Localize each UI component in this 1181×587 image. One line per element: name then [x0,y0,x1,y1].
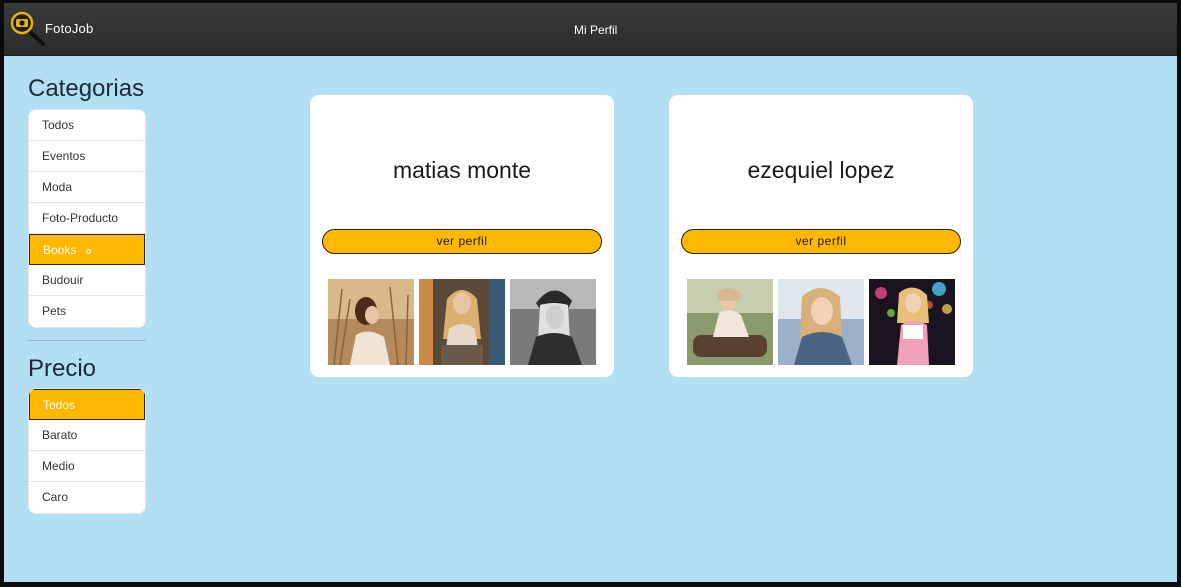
magnifier-camera-logo-icon[interactable] [8,10,46,48]
category-item-foto-producto[interactable]: Foto-Producto [29,203,145,234]
app-window: FotoJob Mi Perfil Categorias Todos Event… [4,3,1177,582]
sidebar-divider [28,340,146,341]
photographer-card: ezequiel lopez ver perfil [669,95,973,377]
gallery-photo[interactable] [328,279,414,365]
photographer-card: matias monte ver perfil [310,95,614,377]
gallery-photo[interactable] [778,279,864,365]
gallery-photo[interactable] [510,279,596,365]
gallery-photo[interactable] [687,279,773,365]
view-profile-button[interactable]: ver perfil [681,229,961,254]
category-item-moda[interactable]: Moda [29,172,145,203]
photographer-name: ezequiel lopez [747,157,895,183]
price-item-todos[interactable]: Todos [29,389,145,420]
price-list: Todos Barato Medio Caro [28,388,146,514]
mouse-cursor-icon [86,249,91,254]
category-item-todos[interactable]: Todos [29,110,145,141]
categories-title: Categorias [28,75,145,102]
gallery-photo[interactable] [869,279,955,365]
brand-name[interactable]: FotoJob [45,21,93,36]
top-bar: FotoJob Mi Perfil [4,3,1177,56]
category-item-budouir[interactable]: Budouir [29,265,145,296]
photographer-name: matias monte [392,157,532,183]
category-item-books[interactable]: Books [29,234,145,265]
gallery-photo[interactable] [419,279,505,365]
category-item-eventos[interactable]: Eventos [29,141,145,172]
price-item-medio[interactable]: Medio [29,451,145,482]
price-item-barato[interactable]: Barato [29,420,145,451]
price-item-caro[interactable]: Caro [29,482,145,513]
view-profile-button[interactable]: ver perfil [322,229,602,254]
photo-gallery [328,279,598,365]
category-item-pets[interactable]: Pets [29,296,145,327]
my-profile-link[interactable]: Mi Perfil [574,23,617,37]
price-title: Precio [28,355,97,382]
photo-gallery [687,279,957,365]
categories-list: Todos Eventos Moda Foto-Producto Books B… [28,109,146,328]
